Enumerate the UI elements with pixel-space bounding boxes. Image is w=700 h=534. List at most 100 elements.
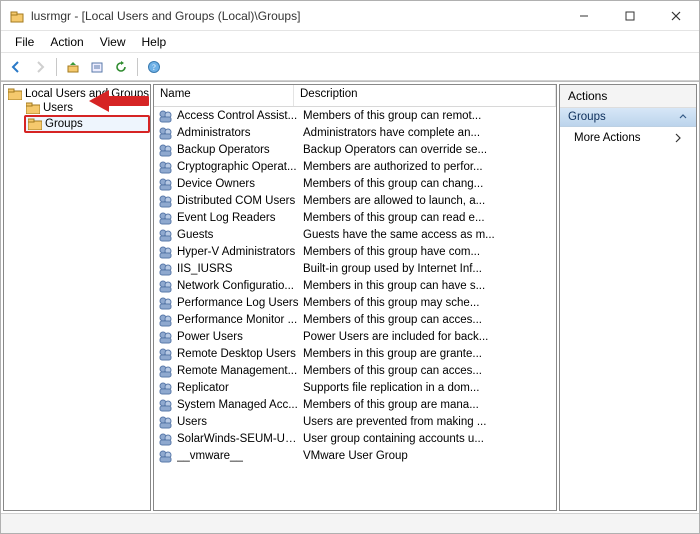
close-button[interactable]	[653, 1, 699, 31]
row-description: Power Users are included for back...	[299, 331, 552, 343]
tree-node-label: Users	[43, 102, 73, 114]
row-description: Members in this group can have s...	[299, 280, 552, 292]
window-controls	[561, 1, 699, 31]
window: lusrmgr - [Local Users and Groups (Local…	[0, 0, 700, 534]
group-icon	[158, 143, 173, 157]
list-row[interactable]: Backup OperatorsBackup Operators can ove…	[154, 141, 556, 158]
row-description: Administrators have complete an...	[299, 127, 552, 139]
back-button[interactable]	[5, 56, 27, 78]
actions-section-label: Groups	[568, 111, 606, 123]
menu-action[interactable]: Action	[42, 33, 91, 51]
list-row[interactable]: IIS_IUSRSBuilt-in group used by Internet…	[154, 260, 556, 277]
list-row[interactable]: System Managed Acc...Members of this gro…	[154, 396, 556, 413]
row-description: Members of this group can chang...	[299, 178, 552, 190]
menu-view[interactable]: View	[92, 33, 134, 51]
window-title: lusrmgr - [Local Users and Groups (Local…	[31, 9, 561, 23]
row-name: Hyper-V Administrators	[177, 246, 299, 258]
list-row[interactable]: Performance Monitor ...Members of this g…	[154, 311, 556, 328]
list-row[interactable]: Event Log ReadersMembers of this group c…	[154, 209, 556, 226]
list-row[interactable]: Remote Management...Members of this grou…	[154, 362, 556, 379]
tree-pane[interactable]: Local Users and Groups (Local) UsersGrou…	[3, 84, 151, 511]
list-row[interactable]: Remote Desktop UsersMembers in this grou…	[154, 345, 556, 362]
folder-icon	[28, 118, 42, 130]
titlebar: lusrmgr - [Local Users and Groups (Local…	[1, 1, 699, 31]
menubar: FileActionViewHelp	[1, 31, 699, 53]
row-description: Members of this group are mana...	[299, 399, 552, 411]
folder-icon	[8, 88, 22, 100]
column-description[interactable]: Description	[294, 85, 556, 106]
minimize-button[interactable]	[561, 1, 607, 31]
row-name: SolarWinds-SEUM-Us...	[177, 433, 299, 445]
group-icon	[158, 364, 173, 378]
group-icon	[158, 415, 173, 429]
statusbar	[1, 513, 699, 533]
row-name: Event Log Readers	[177, 212, 299, 224]
row-name: Replicator	[177, 382, 299, 394]
forward-button[interactable]	[29, 56, 51, 78]
group-icon	[158, 211, 173, 225]
row-description: Built-in group used by Internet Inf...	[299, 263, 552, 275]
row-description: Users are prevented from making ...	[299, 416, 552, 428]
row-name: Access Control Assist...	[177, 110, 299, 122]
maximize-button[interactable]	[607, 1, 653, 31]
list-row[interactable]: UsersUsers are prevented from making ...	[154, 413, 556, 430]
group-icon	[158, 177, 173, 191]
row-description: Members are allowed to launch, a...	[299, 195, 552, 207]
list-row[interactable]: Network Configuratio...Members in this g…	[154, 277, 556, 294]
row-name: Remote Desktop Users	[177, 348, 299, 360]
row-description: Backup Operators can override se...	[299, 144, 552, 156]
tree-root: Local Users and Groups (Local) UsersGrou…	[4, 85, 150, 133]
list-row[interactable]: ReplicatorSupports file replication in a…	[154, 379, 556, 396]
group-icon	[158, 296, 173, 310]
actions-header: Actions	[560, 85, 696, 108]
group-icon	[158, 432, 173, 446]
row-description: Supports file replication in a dom...	[299, 382, 552, 394]
row-description: Members of this group can acces...	[299, 365, 552, 377]
list-row[interactable]: Cryptographic Operat...Members are autho…	[154, 158, 556, 175]
group-icon	[158, 381, 173, 395]
row-name: Remote Management...	[177, 365, 299, 377]
help-button[interactable]: ?	[143, 56, 165, 78]
group-icon	[158, 347, 173, 361]
row-description: Members of this group can remot...	[299, 110, 552, 122]
list-row[interactable]: Hyper-V AdministratorsMembers of this gr…	[154, 243, 556, 260]
row-name: Users	[177, 416, 299, 428]
group-icon	[158, 228, 173, 242]
row-name: System Managed Acc...	[177, 399, 299, 411]
tree-node-root[interactable]: Local Users and Groups (Local)	[6, 87, 150, 101]
actions-item[interactable]: More Actions	[560, 127, 696, 149]
up-button[interactable]	[62, 56, 84, 78]
group-icon	[158, 330, 173, 344]
column-name[interactable]: Name	[154, 85, 294, 106]
list-row[interactable]: Distributed COM UsersMembers are allowed…	[154, 192, 556, 209]
refresh-button[interactable]	[110, 56, 132, 78]
list-body[interactable]: Access Control Assist...Members of this …	[154, 107, 556, 510]
row-description: VMware User Group	[299, 450, 552, 462]
actions-pane: Actions Groups More Actions	[559, 84, 697, 511]
list-row[interactable]: __vmware__VMware User Group	[154, 447, 556, 464]
menu-help[interactable]: Help	[134, 33, 175, 51]
row-name: Backup Operators	[177, 144, 299, 156]
list-row[interactable]: AdministratorsAdministrators have comple…	[154, 124, 556, 141]
menu-file[interactable]: File	[7, 33, 42, 51]
list-row[interactable]: SolarWinds-SEUM-Us...User group containi…	[154, 430, 556, 447]
toolbar: ?	[1, 53, 699, 81]
list-row[interactable]: Power UsersPower Users are included for …	[154, 328, 556, 345]
chevron-right-icon	[674, 133, 682, 143]
list-row[interactable]: Device OwnersMembers of this group can c…	[154, 175, 556, 192]
group-icon	[158, 160, 173, 174]
list-row[interactable]: Access Control Assist...Members of this …	[154, 107, 556, 124]
row-description: Members of this group may sche...	[299, 297, 552, 309]
group-icon	[158, 109, 173, 123]
tree-node-users[interactable]: Users	[24, 101, 150, 115]
row-name: Performance Monitor ...	[177, 314, 299, 326]
row-name: Distributed COM Users	[177, 195, 299, 207]
list-row[interactable]: Performance Log UsersMembers of this gro…	[154, 294, 556, 311]
list-row[interactable]: GuestsGuests have the same access as m..…	[154, 226, 556, 243]
tree-node-groups[interactable]: Groups	[24, 115, 150, 133]
row-name: Performance Log Users	[177, 297, 299, 309]
actions-section[interactable]: Groups	[560, 108, 696, 127]
collapse-icon	[678, 112, 688, 122]
properties-button[interactable]	[86, 56, 108, 78]
list-pane: Name Description Access Control Assist..…	[153, 84, 557, 511]
